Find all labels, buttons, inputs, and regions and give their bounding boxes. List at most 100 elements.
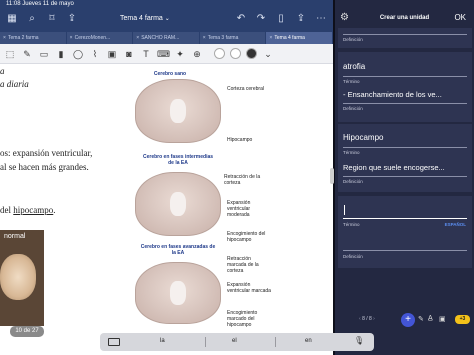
- page-add-icon[interactable]: ▯: [275, 13, 287, 25]
- right-icons: ↶ ↷ ▯ ⇪ ⋯: [235, 13, 327, 25]
- tab-doc[interactable]: × CerezoMonen...: [67, 32, 134, 44]
- definition-underline: [343, 34, 467, 35]
- brain-photo-image: [0, 254, 36, 300]
- flashcard-header: ⚙ Crear una unidad OK: [335, 12, 474, 28]
- photo-label: normal: [4, 233, 26, 240]
- text-fragment: .: [53, 205, 56, 215]
- tab-label: CerezoMonen...: [74, 35, 111, 41]
- text-line: del hipocampo.: [0, 205, 56, 215]
- image-icon[interactable]: ▣: [106, 48, 118, 60]
- label-retraccion: Retracción de la corteza: [224, 174, 261, 186]
- page-counter-badge: 10 de 27: [10, 326, 44, 337]
- flashcard: Definición: [338, 28, 472, 48]
- card-counter: ‹ 8 / 8 ›: [359, 316, 375, 322]
- term-field[interactable]: [343, 205, 467, 215]
- term-underline: [343, 218, 467, 219]
- suggestion-item[interactable]: el: [232, 338, 237, 344]
- ok-button[interactable]: OK: [454, 13, 466, 22]
- grid-icon[interactable]: ▦: [6, 13, 18, 25]
- color-swatch[interactable]: [246, 48, 257, 59]
- color-swatch[interactable]: [230, 48, 241, 59]
- document-page[interactable]: a a diaria os: expansión ventricular, al…: [0, 64, 333, 355]
- label-expansion-marcada: Expansión ventricular marcada: [227, 282, 271, 294]
- flashcard: atrofia Término - Ensanchamiento de los …: [338, 52, 472, 122]
- camera-icon[interactable]: ◙: [123, 48, 135, 60]
- suggestion-item[interactable]: en: [305, 338, 312, 344]
- tab-label: Tema 4 farma: [274, 35, 305, 41]
- brain-advanced-image: [135, 262, 221, 324]
- chevron-down-icon: ⌄: [164, 16, 170, 22]
- text-style-icon[interactable]: ✎: [418, 315, 424, 323]
- lasso-select-icon[interactable]: ⌇: [89, 48, 101, 60]
- definition-underline: [343, 176, 467, 177]
- share-icon[interactable]: ⇪: [66, 13, 78, 25]
- top-bar: 11:08 Jueves 11 de mayo ▦ ⌕ ⌑ ⇪ Tema 4 f…: [0, 0, 333, 32]
- keyboard-icon[interactable]: ⌨: [157, 48, 170, 60]
- text-line: os: expansión ventricular,: [0, 148, 93, 158]
- more-icon[interactable]: ⋯: [315, 13, 327, 25]
- plus-badge-button[interactable]: +3: [455, 315, 470, 324]
- flashcard: Hipocampo Término Region que suele encog…: [338, 124, 472, 192]
- text-line: a: [0, 66, 5, 76]
- definition-label: Definición: [343, 179, 363, 184]
- figure-title-early: Cerebro en fases intermedias de la EA: [142, 154, 214, 166]
- label-hipocampo: Hipocampo: [227, 137, 253, 143]
- eraser-icon[interactable]: ▭: [38, 48, 50, 60]
- term-field[interactable]: Hipocampo: [343, 133, 467, 142]
- label-encogimiento-marcado: Encogimiento marcado del hipocampo: [227, 310, 258, 328]
- chevron-right-icon[interactable]: ›: [372, 316, 375, 322]
- term-underline: [343, 76, 467, 77]
- text-icon[interactable]: T: [140, 48, 152, 60]
- export-icon[interactable]: ⇪: [295, 13, 307, 25]
- microphone-icon[interactable]: 🎙: [354, 336, 364, 345]
- zoom-icon[interactable]: ⊕: [191, 48, 203, 60]
- nav-icons: ▦ ⌕ ⌑ ⇪: [6, 13, 78, 25]
- brain-early-image: [135, 172, 221, 236]
- tab-doc[interactable]: × Tema 3 farma: [200, 32, 267, 44]
- chevron-down-icon[interactable]: ⌄: [262, 48, 274, 60]
- bookmark-icon[interactable]: ⌑: [46, 13, 58, 25]
- language-selector[interactable]: ESPAÑOL: [445, 222, 466, 227]
- pen-icon[interactable]: ✎: [21, 48, 33, 60]
- tab-doc-active[interactable]: × Tema 4 farma: [266, 32, 333, 44]
- flashcard-app: ⚙ Crear una unidad OK Definición atrofia…: [335, 0, 474, 355]
- tab-label: SANCHO RAM...: [141, 35, 180, 41]
- search-icon[interactable]: ⌕: [26, 13, 38, 25]
- link-hipocampo[interactable]: hipocampo: [13, 205, 53, 215]
- definition-underline: [343, 103, 467, 104]
- tab-doc[interactable]: × SANCHO RAM...: [133, 32, 200, 44]
- definition-field[interactable]: Region que suele encogerse...: [343, 163, 467, 172]
- definition-label: Definición: [343, 37, 363, 42]
- add-card-button[interactable]: +: [401, 313, 415, 327]
- brain-photo: normal: [0, 230, 44, 326]
- tab-label: Tema 2 farma: [8, 35, 39, 41]
- undo-icon[interactable]: ↶: [235, 13, 247, 25]
- tab-doc[interactable]: × Tema 2 farma: [0, 32, 67, 44]
- definition-field[interactable]: [343, 234, 467, 244]
- term-label: Término: [343, 222, 360, 227]
- label-corteza: Corteza cerebral: [227, 86, 264, 92]
- suggestion-item[interactable]: la: [160, 338, 165, 344]
- split-view-handle[interactable]: [330, 168, 334, 184]
- image-icon[interactable]: ▣: [439, 315, 446, 323]
- status-time-date: 11:08 Jueves 11 de mayo: [6, 1, 74, 7]
- figure-title-healthy: Cerebro sano: [153, 71, 187, 77]
- document-title[interactable]: Tema 4 farma ⌄: [120, 15, 170, 22]
- term-field[interactable]: atrofia: [343, 62, 467, 71]
- redo-icon[interactable]: ↷: [255, 13, 267, 25]
- highlighter-icon[interactable]: ▮: [55, 48, 67, 60]
- label-encogimiento: Encogimiento del hipocampo: [227, 231, 266, 243]
- card-counter-text: 8 / 8: [362, 316, 372, 322]
- term-label: Término: [343, 79, 360, 84]
- color-swatch[interactable]: [214, 48, 225, 59]
- laser-icon[interactable]: ✦: [174, 48, 186, 60]
- text-line: al se hacen más grandes.: [0, 162, 89, 172]
- term-underline: [343, 147, 467, 148]
- keyboard-icon[interactable]: [108, 338, 120, 346]
- shapes-icon[interactable]: ◯: [72, 48, 84, 60]
- lasso-icon[interactable]: ⬚: [4, 48, 16, 60]
- underline-icon[interactable]: A̲: [428, 315, 433, 322]
- definition-field[interactable]: - Ensanchamiento de los ve...: [343, 90, 467, 99]
- figure-title-advanced: Cerebro en fases avanzadas de la EA: [140, 244, 216, 256]
- definition-label: Definición: [343, 106, 363, 111]
